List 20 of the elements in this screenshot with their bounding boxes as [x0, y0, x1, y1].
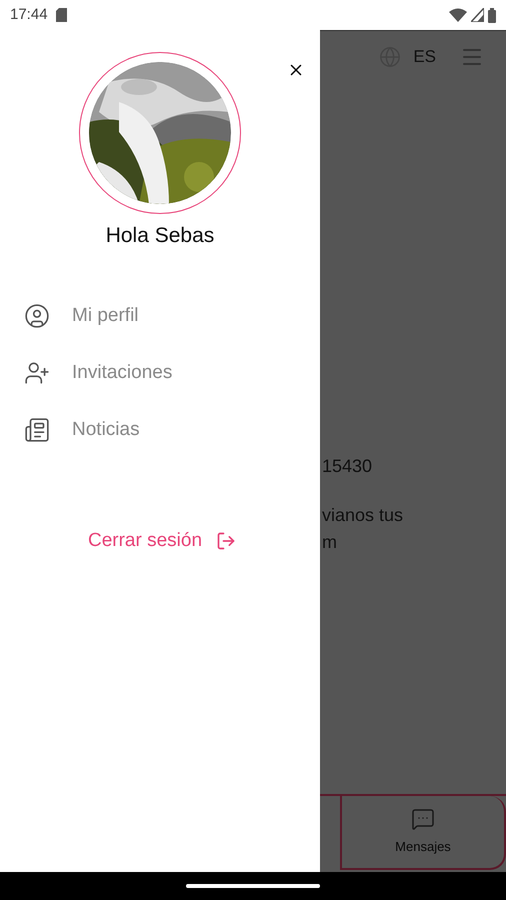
newspaper-icon: [24, 417, 50, 443]
clock: 17:44: [10, 4, 48, 25]
menu-item[interactable]: Noticias: [0, 402, 320, 458]
body-text: m: [322, 530, 338, 554]
messages-tab[interactable]: Mensajes: [342, 796, 506, 870]
logout-button[interactable]: Cerrar sesión: [84, 526, 236, 555]
user-circle-icon: [24, 303, 50, 329]
signal-icon: [471, 8, 484, 22]
menu-item[interactable]: Mi perfil: [0, 288, 320, 344]
logout-icon: [216, 530, 236, 551]
greeting: Hola Sebas: [106, 223, 214, 249]
body-text: vianos tus: [322, 504, 404, 526]
number-text: 15430: [322, 454, 374, 478]
battery-icon: [488, 8, 496, 22]
add-user-icon: [24, 360, 50, 386]
chat-bubble-icon: [411, 807, 435, 832]
wifi-icon: [449, 8, 467, 22]
language-label: ES: [413, 46, 436, 68]
sd-card-icon: [56, 8, 67, 22]
menu-item[interactable]: Invitaciones: [0, 344, 320, 402]
